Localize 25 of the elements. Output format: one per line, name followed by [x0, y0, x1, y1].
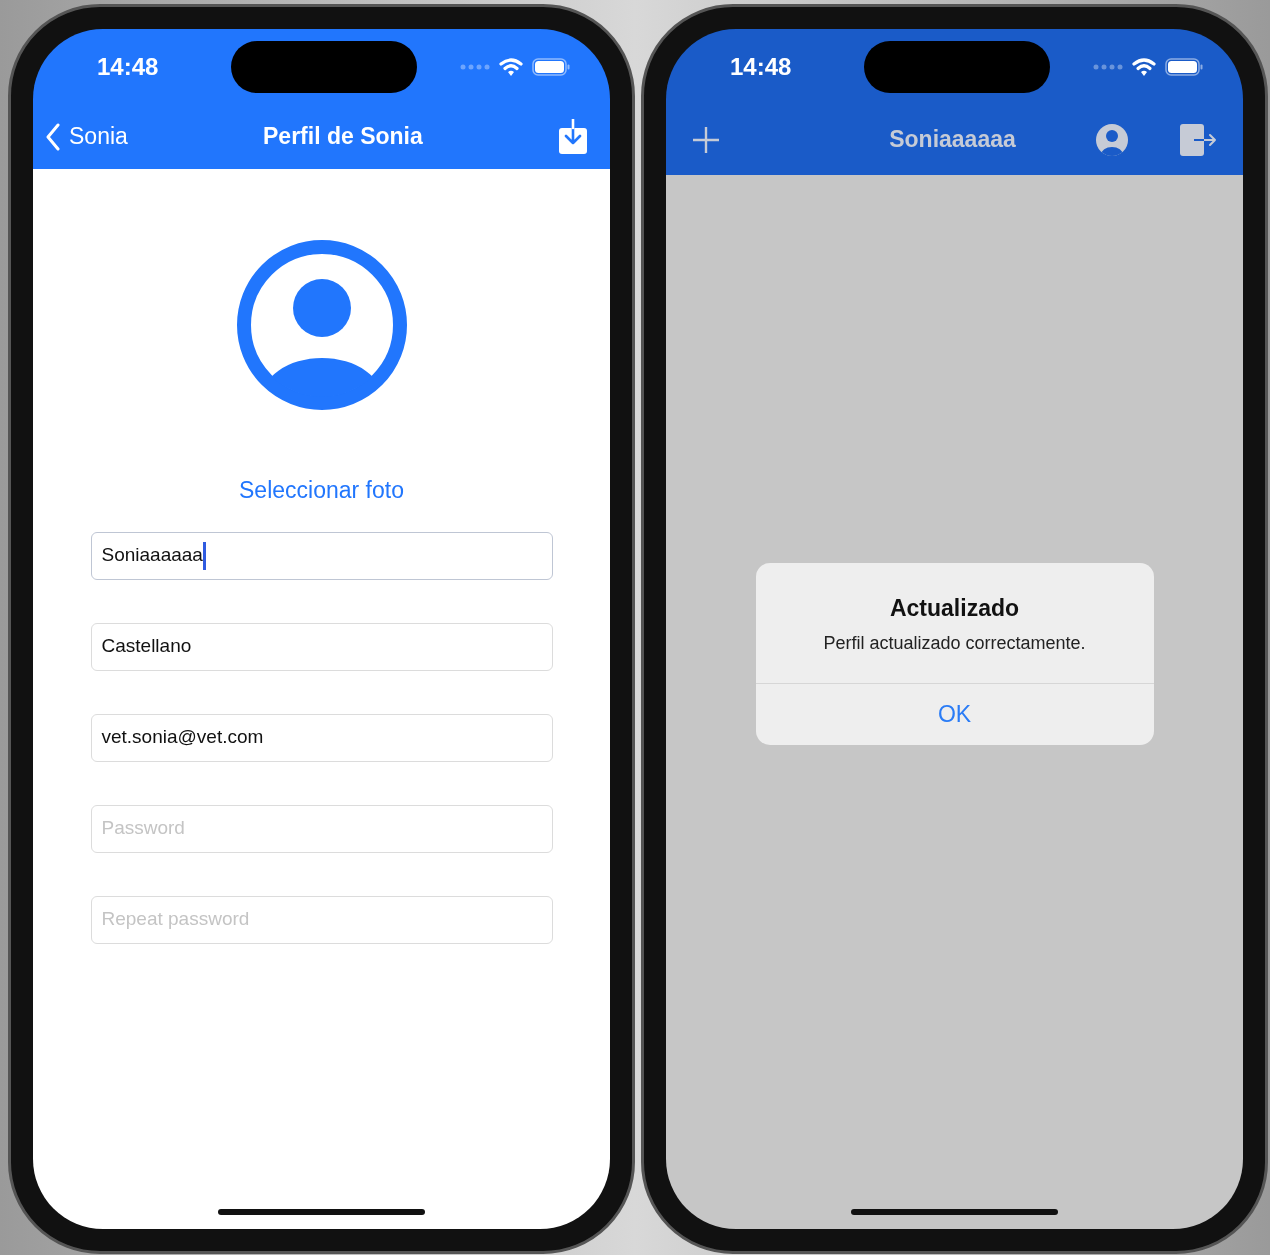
plus-icon[interactable]: [692, 125, 720, 154]
signal-icon: [1093, 63, 1123, 70]
status-time: 14:48: [730, 51, 793, 82]
avatar-icon: [235, 239, 408, 411]
wifi-icon: [498, 56, 524, 77]
back-button[interactable]: Sonia: [45, 119, 128, 154]
signal-icon: [460, 63, 490, 70]
input-field[interactable]: vet.sonia@vet.com: [90, 713, 553, 762]
battery-icon: [532, 56, 570, 77]
ok-button[interactable]: OK: [755, 682, 1154, 745]
input-field[interactable]: Soniaaaaaa: [90, 531, 553, 580]
alert-title: Actualizado: [888, 594, 1021, 623]
profile-icon[interactable]: [1095, 122, 1129, 157]
wifi-icon: [1131, 56, 1157, 77]
text-cursor: [202, 541, 206, 570]
input-field[interactable]: Castellano: [90, 622, 553, 671]
battery-icon: [1165, 56, 1203, 77]
status-time: 14:48: [97, 51, 160, 82]
screen-title: Soniaaaaaa: [889, 126, 1016, 153]
screen-title: Perfil de Sonia: [263, 123, 423, 150]
alert-message: Perfil actualizado correctamente.: [822, 631, 1087, 655]
select-photo-link[interactable]: Seleccionar foto: [239, 473, 404, 508]
logout-icon[interactable]: [1179, 122, 1217, 157]
download-icon[interactable]: [558, 118, 588, 155]
back-chevron-icon: [45, 122, 61, 151]
